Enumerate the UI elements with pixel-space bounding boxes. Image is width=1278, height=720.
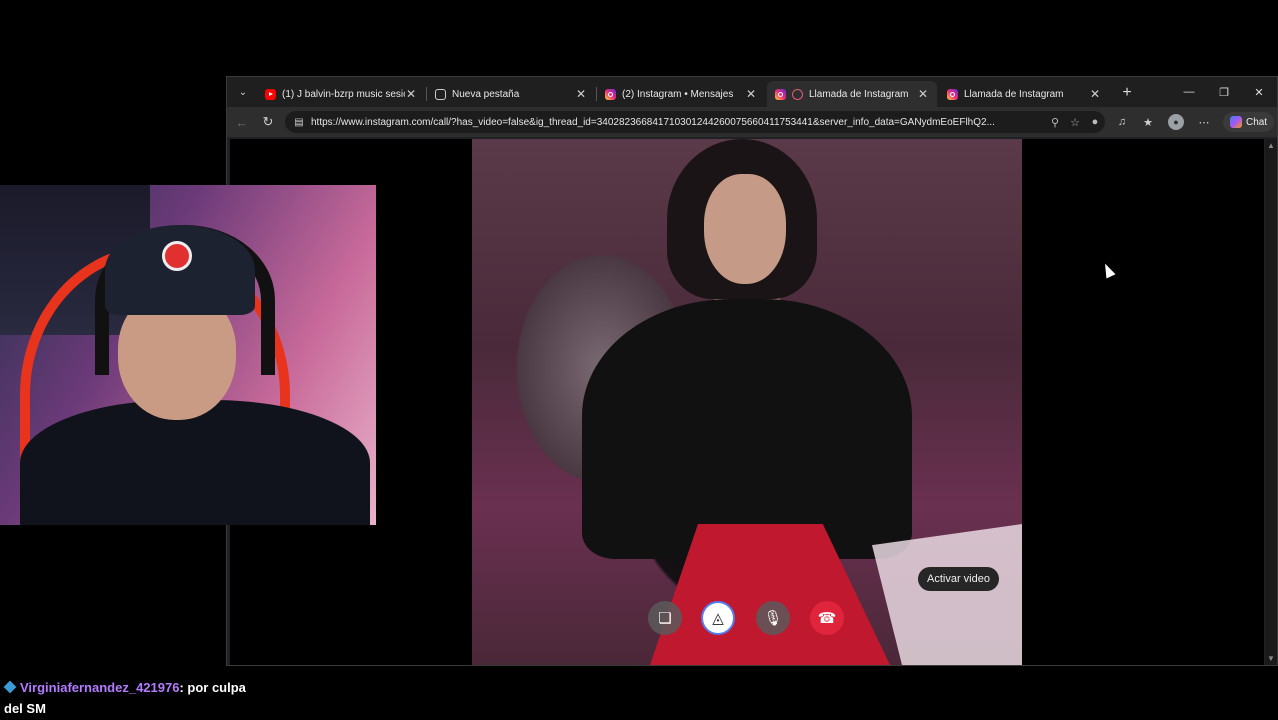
- browser-window: ⌄ (1) J balvin-bzrp music sesions ✕ Nuev…: [226, 76, 1278, 666]
- tab-llamada-instagram-active[interactable]: Llamada de Instagram ✕: [767, 81, 937, 107]
- instagram-icon: [947, 88, 958, 100]
- video-person-face: [704, 174, 786, 284]
- instagram-icon: [605, 88, 616, 100]
- close-icon[interactable]: ✕: [405, 87, 417, 101]
- tab-label: Nueva pestaña: [452, 88, 520, 100]
- tab-llamada-instagram[interactable]: Llamada de Instagram ✕: [939, 81, 1109, 107]
- scroll-down-icon[interactable]: ▼: [1267, 654, 1275, 663]
- mouse-cursor-icon: [1100, 261, 1116, 279]
- window-close-icon[interactable]: ✕: [1247, 82, 1271, 102]
- copilot-chat-button[interactable]: Chat: [1223, 112, 1275, 132]
- restore-icon[interactable]: ❐: [1212, 82, 1236, 102]
- tab-list-chevron-icon[interactable]: ⌄: [233, 82, 253, 102]
- extensions-icon[interactable]: ♫: [1113, 114, 1131, 130]
- video-person-shirt: [582, 299, 912, 559]
- favorite-star-icon[interactable]: ☆: [1065, 116, 1085, 129]
- streamer-webcam-overlay: [0, 185, 376, 525]
- tab-label: (2) Instagram • Mensajes: [622, 88, 734, 100]
- stream-chat-message: Virginiafernandez_421976: por culpa del …: [3, 677, 264, 719]
- recording-icon: [792, 88, 803, 100]
- back-icon[interactable]: ←: [233, 113, 251, 131]
- remote-video-feed: Activar video ❏ ◬ 🎙 ☎: [472, 139, 1022, 665]
- tab-label: Llamada de Instagram: [964, 88, 1064, 100]
- end-call-button[interactable]: ☎: [810, 601, 844, 635]
- page-scrollbar[interactable]: ▲ ▼: [1265, 139, 1277, 665]
- close-icon[interactable]: ✕: [1089, 87, 1101, 101]
- zoom-icon[interactable]: ⚲: [1045, 116, 1065, 129]
- profile-avatar-icon[interactable]: ●: [1168, 114, 1184, 130]
- tab-label: Llamada de Instagram: [809, 88, 909, 100]
- activar-video-tooltip: Activar video: [918, 567, 999, 591]
- more-menu-icon[interactable]: ⋯: [1195, 114, 1213, 130]
- instagram-icon: [775, 88, 786, 100]
- scroll-up-icon[interactable]: ▲: [1267, 141, 1275, 150]
- tab-nueva-pestana[interactable]: Nueva pestaña ✕: [427, 81, 595, 107]
- new-tab-button[interactable]: +: [1117, 83, 1137, 103]
- url-text[interactable]: https://www.instagram.com/call/?has_vide…: [311, 117, 1045, 128]
- video-off-icon: ◬: [712, 610, 724, 627]
- close-icon[interactable]: ✕: [745, 87, 757, 101]
- reload-icon[interactable]: ↻: [259, 113, 277, 131]
- site-info-icon[interactable]: ▤: [291, 117, 307, 128]
- microphone-permission-icon[interactable]: ●: [1085, 116, 1105, 128]
- tab-label: (1) J balvin-bzrp music sesions: [282, 88, 405, 100]
- microphone-icon: 🎙: [763, 610, 783, 627]
- favorites-icon[interactable]: ★: [1139, 114, 1157, 130]
- webcam-streamer-body: [20, 400, 370, 525]
- tab-jbalvin[interactable]: (1) J balvin-bzrp music sesions ✕: [257, 81, 425, 107]
- chat-label: Chat: [1246, 116, 1268, 128]
- youtube-icon: [265, 88, 276, 100]
- new-tab-icon: [435, 88, 446, 100]
- toggle-video-button[interactable]: ◬: [701, 601, 735, 635]
- close-icon[interactable]: ✕: [917, 87, 929, 101]
- close-icon[interactable]: ✕: [575, 87, 587, 101]
- end-call-icon: ☎: [817, 610, 837, 627]
- screen-share-icon: ❏: [658, 610, 672, 627]
- stream-scene: ⌄ (1) J balvin-bzrp music sesions ✕ Nuev…: [0, 0, 1278, 720]
- tab-bar: ⌄ (1) J balvin-bzrp music sesions ✕ Nuev…: [227, 77, 1277, 107]
- copilot-icon: [1230, 116, 1242, 128]
- toggle-microphone-button[interactable]: 🎙: [756, 601, 790, 635]
- cap-logo-icon: [162, 241, 192, 271]
- address-bar[interactable]: ▤ https://www.instagram.com/call/?has_vi…: [285, 111, 1105, 133]
- screen-share-button[interactable]: ❏: [648, 601, 682, 635]
- subscriber-badge-icon: [3, 680, 17, 694]
- video-paper: [872, 524, 1022, 665]
- minimize-icon[interactable]: —: [1177, 82, 1201, 102]
- tab-instagram-mensajes[interactable]: (2) Instagram • Mensajes ✕: [597, 81, 765, 107]
- chat-username: Virginiafernandez_421976: [20, 680, 180, 695]
- browser-toolbar: ← ↻ ▤ https://www.instagram.com/call/?ha…: [227, 107, 1277, 137]
- instagram-call-page: Activar video ❏ ◬ 🎙 ☎: [230, 139, 1264, 665]
